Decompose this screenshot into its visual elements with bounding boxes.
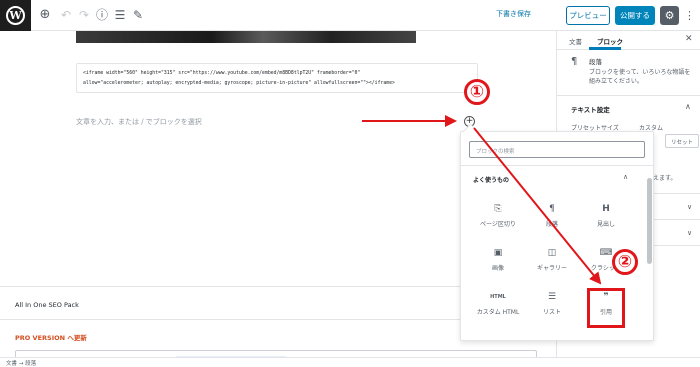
sidebar-tabs: 文書 ブロック ✕ xyxy=(557,31,700,50)
list-view-icon[interactable]: ☰ xyxy=(113,8,127,22)
text-settings-heading[interactable]: テキスト設定 xyxy=(571,104,610,114)
active-tab-indicator xyxy=(589,47,621,50)
list-icon: ☰ xyxy=(547,292,557,302)
block-heading[interactable]: H 見出し xyxy=(577,198,635,240)
breadcrumb[interactable]: 文書 → 段落 xyxy=(0,357,700,367)
seo-pack-title[interactable]: All In One SEO Pack xyxy=(15,301,79,309)
paragraph-icon: ¶ xyxy=(571,56,578,67)
tab-document[interactable]: 文書 xyxy=(569,36,582,46)
annotation-number-two: ② xyxy=(612,249,638,275)
block-list[interactable]: ☰ リスト xyxy=(523,286,581,328)
block-paragraph[interactable]: ¶ 段落 xyxy=(523,198,581,240)
edit-icon[interactable]: ✎ xyxy=(131,8,145,22)
close-icon[interactable]: ✕ xyxy=(685,34,693,44)
block-description: ブロックを使って、いろいろな物語を組み立てください。 xyxy=(589,69,691,85)
wordpress-logo-icon: W xyxy=(6,6,25,25)
block-page-break[interactable]: ⎘ ページ区切り xyxy=(469,198,527,240)
image-icon: ▣ xyxy=(493,248,503,258)
page-break-icon: ⎘ xyxy=(494,204,502,214)
chevron-up-icon[interactable]: ∧ xyxy=(685,102,691,111)
paragraph-icon: ¶ xyxy=(549,204,555,214)
undo-icon[interactable]: ↶ xyxy=(59,8,73,22)
heading-icon: H xyxy=(602,204,610,214)
code-line: allow="accelerometer; autoplay; encrypte… xyxy=(83,81,395,86)
add-block-icon[interactable]: ⊕ xyxy=(38,8,52,22)
preview-button[interactable]: プレビュー xyxy=(566,6,610,25)
tab-block[interactable]: ブロック xyxy=(597,36,623,46)
info-icon[interactable]: ⓘ xyxy=(95,8,109,22)
code-line: <iframe width="560" height="315" src="ht… xyxy=(83,71,361,76)
chevron-up-icon[interactable]: ∧ xyxy=(623,173,628,181)
html-icon: HTML xyxy=(490,294,506,300)
inserter-scrollbar[interactable] xyxy=(647,178,652,264)
block-image[interactable]: ▣ 画像 xyxy=(469,242,527,284)
common-blocks-heading[interactable]: よく使うもの xyxy=(473,175,509,184)
gear-icon[interactable]: ⚙ xyxy=(660,6,679,25)
reset-button[interactable]: リセット xyxy=(665,134,699,148)
block-search-input[interactable]: ブロックの検索 xyxy=(469,141,645,158)
divider xyxy=(461,165,653,166)
sidebar-hint-text: えます。 xyxy=(653,175,677,182)
redo-icon[interactable]: ↷ xyxy=(77,8,91,22)
html-code-block[interactable]: <iframe width="560" height="315" src="ht… xyxy=(76,63,478,93)
chevron-down-icon[interactable]: ∨ xyxy=(687,203,692,211)
top-toolbar: W ⊕ ↶ ↷ ⓘ ☰ ✎ 下書き保存 プレビュー 公開する ⚙ ⋮ xyxy=(0,0,700,31)
block-title: 段落 xyxy=(589,58,602,66)
pro-version-link[interactable]: PRO VERSION へ更新 xyxy=(15,332,87,342)
empty-paragraph-placeholder[interactable]: 文章を入力、または / でブロックを選択 xyxy=(76,117,202,127)
publish-button[interactable]: 公開する xyxy=(615,6,655,25)
quote-highlight-box xyxy=(587,288,625,328)
block-custom-html[interactable]: HTML カスタム HTML xyxy=(469,286,527,328)
annotation-number-one: ① xyxy=(464,79,490,105)
more-icon[interactable]: ⋮ xyxy=(684,6,695,25)
divider xyxy=(557,95,700,96)
block-inserter-popover: ブロックの検索 よく使うもの ∧ ⎘ ページ区切り ¶ 段落 H 見出し ▣ 画… xyxy=(460,131,654,341)
block-gallery[interactable]: ◫ ギャラリー xyxy=(523,242,581,284)
wordpress-logo[interactable]: W xyxy=(0,0,31,31)
chevron-down-icon[interactable]: ∨ xyxy=(687,229,692,237)
save-draft-link[interactable]: 下書き保存 xyxy=(496,9,531,19)
gallery-icon: ◫ xyxy=(547,248,557,258)
video-thumbnail xyxy=(76,31,416,43)
